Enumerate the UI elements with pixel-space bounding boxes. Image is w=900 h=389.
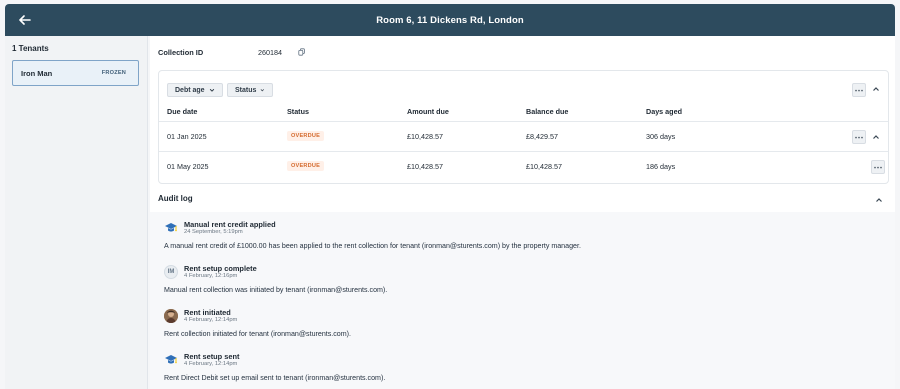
table-row[interactable]: 01 Jan 2025 OVERDUE £10,428.57 £8,429.57… bbox=[159, 121, 888, 152]
status-filter-label: Status bbox=[235, 86, 257, 94]
collection-id-value: 260184 bbox=[258, 48, 282, 57]
tenant-name: Iron Man bbox=[21, 68, 53, 78]
debt-table-card: Debt age Status ⋯ Due date Status Amount… bbox=[158, 70, 889, 184]
top-header-bar: Room 6, 11 Dickens Rd, London bbox=[5, 4, 895, 36]
rent-collection-page: Room 6, 11 Dickens Rd, London 1 Tenants … bbox=[0, 0, 900, 389]
audit-entry-title: Manual rent credit applied bbox=[184, 220, 276, 229]
tenant-card-selected[interactable]: Iron Man FROZEN bbox=[12, 60, 139, 86]
due-date-cell: 01 May 2025 bbox=[167, 162, 209, 171]
debt-age-filter-label: Debt age bbox=[175, 86, 205, 94]
chevron-down-icon bbox=[261, 89, 265, 92]
tenant-status-badge: FROZEN bbox=[101, 70, 126, 76]
audit-log-header[interactable]: Audit log bbox=[158, 194, 887, 208]
balance-due-column-header: Balance due bbox=[526, 107, 569, 116]
audit-entry-time: 4 February, 12:14pm bbox=[184, 361, 238, 367]
debt-table-header: Due date Status Amount due Balance due D… bbox=[167, 107, 880, 119]
chevron-up-icon[interactable] bbox=[875, 196, 883, 204]
audit-entry-time: 24 September, 5:19pm bbox=[184, 229, 243, 235]
amount-due-cell: £10,428.57 bbox=[407, 132, 443, 141]
audit-log-title: Audit log bbox=[158, 194, 193, 203]
chevron-up-icon[interactable] bbox=[872, 133, 880, 141]
profile-photo-avatar bbox=[164, 309, 178, 323]
arrow-left-icon bbox=[19, 15, 31, 25]
status-filter-button[interactable]: Status bbox=[227, 83, 273, 97]
overdue-badge: OVERDUE bbox=[287, 131, 325, 141]
audit-entry-time: 4 February, 12:14pm bbox=[184, 317, 238, 323]
status-column-header: Status bbox=[287, 107, 309, 116]
row-more-actions-button[interactable]: ⋯ bbox=[871, 160, 885, 174]
days-aged-cell: 306 days bbox=[646, 132, 676, 141]
chevron-up-icon[interactable] bbox=[872, 85, 880, 93]
status-cell: OVERDUE bbox=[287, 160, 325, 171]
page-title: Room 6, 11 Dickens Rd, London bbox=[376, 14, 524, 26]
audit-entry-title: Rent setup sent bbox=[184, 352, 240, 361]
table-more-actions-button[interactable]: ⋯ bbox=[852, 83, 866, 97]
balance-due-cell: £10,428.57 bbox=[526, 162, 562, 171]
back-button[interactable] bbox=[13, 8, 37, 32]
row-more-actions-button[interactable]: ⋯ bbox=[852, 130, 866, 144]
main-content: Collection ID 260184 Debt age Status ⋯ D… bbox=[150, 36, 895, 389]
user-initials-avatar: IM bbox=[164, 265, 178, 279]
debt-age-filter-button[interactable]: Debt age bbox=[167, 83, 223, 97]
audit-entry-description: A manual rent credit of £1000.00 has bee… bbox=[164, 242, 581, 250]
copy-icon[interactable] bbox=[298, 48, 306, 56]
mortarboard-icon bbox=[164, 221, 178, 235]
collection-id-label: Collection ID bbox=[158, 48, 204, 57]
tenants-heading: 1 Tenants bbox=[12, 44, 49, 53]
mortarboard-icon bbox=[164, 353, 178, 367]
due-date-cell: 01 Jan 2025 bbox=[167, 132, 207, 141]
audit-entry-description: Rent collection initiated for tenant (ir… bbox=[164, 330, 351, 338]
amount-due-cell: £10,428.57 bbox=[407, 162, 443, 171]
overdue-badge: OVERDUE bbox=[287, 161, 325, 171]
audit-entry-description: Manual rent collection was initiated by … bbox=[164, 286, 388, 294]
days-aged-column-header: Days aged bbox=[646, 107, 682, 116]
collection-id-row: Collection ID 260184 bbox=[158, 48, 658, 62]
chevron-down-icon bbox=[209, 88, 214, 92]
table-row[interactable]: 01 May 2025 OVERDUE £10,428.57 £10,428.5… bbox=[159, 151, 888, 182]
audit-entry-time: 4 February, 12:16pm bbox=[184, 273, 238, 279]
audit-entry-description: Rent Direct Debit set up email sent to t… bbox=[164, 374, 386, 382]
amount-due-column-header: Amount due bbox=[407, 107, 449, 116]
days-aged-cell: 186 days bbox=[646, 162, 676, 171]
tenant-sidebar: 1 Tenants Iron Man FROZEN bbox=[5, 36, 148, 389]
due-date-column-header: Due date bbox=[167, 107, 198, 116]
audit-log-panel: Manual rent credit applied 24 September,… bbox=[150, 212, 895, 389]
audit-entry-title: Rent initiated bbox=[184, 308, 231, 317]
balance-due-cell: £8,429.57 bbox=[526, 132, 558, 141]
audit-entry-title: Rent setup complete bbox=[184, 264, 257, 273]
status-cell: OVERDUE bbox=[287, 130, 325, 141]
